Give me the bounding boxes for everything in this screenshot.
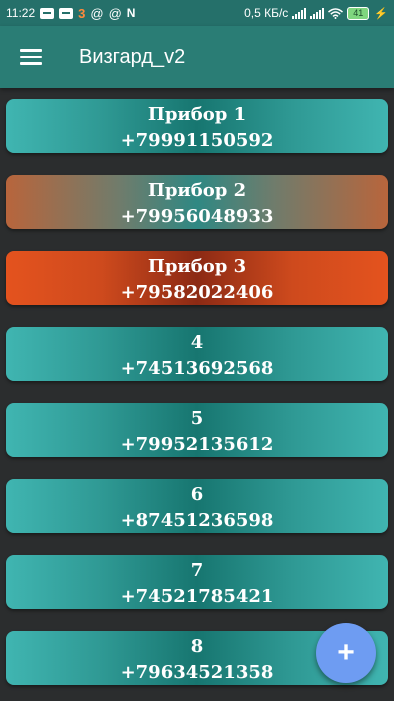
device-card-3[interactable]: Прибор 3 +79582022406 bbox=[6, 251, 388, 305]
device-card-2[interactable]: Прибор 2 +79956048933 bbox=[6, 175, 388, 229]
device-card-6[interactable]: 6 +87451236598 bbox=[6, 479, 388, 533]
at-icon: @ bbox=[108, 5, 122, 21]
device-card-5[interactable]: 5 +79952135612 bbox=[6, 403, 388, 457]
device-phone: +74513692568 bbox=[120, 358, 274, 379]
battery-level: 41 bbox=[347, 6, 370, 20]
device-card-7[interactable]: 7 +74521785421 bbox=[6, 555, 388, 609]
device-name: Прибор 1 bbox=[147, 104, 247, 125]
chat-icon bbox=[40, 7, 55, 19]
hamburger-menu-icon bbox=[20, 49, 42, 65]
network-speed: 0,5 КБ/с bbox=[244, 6, 289, 20]
menu-button[interactable] bbox=[0, 26, 62, 88]
device-phone: +74521785421 bbox=[120, 586, 274, 607]
app-3-icon: 3 bbox=[78, 5, 86, 21]
add-icon: + bbox=[337, 636, 355, 669]
device-name: 4 bbox=[190, 332, 204, 353]
device-phone: +79956048933 bbox=[120, 206, 274, 227]
chat-icon bbox=[59, 7, 74, 19]
device-name: Прибор 2 bbox=[147, 180, 247, 201]
signal-icon bbox=[310, 7, 325, 19]
device-name: Прибор 3 bbox=[147, 256, 247, 277]
device-name: 7 bbox=[190, 560, 204, 581]
n-icon: N bbox=[126, 6, 136, 20]
wifi-icon bbox=[328, 7, 344, 19]
device-card-1[interactable]: Прибор 1 +79991150592 bbox=[6, 99, 388, 153]
device-name: 5 bbox=[190, 408, 204, 429]
at-icon: @ bbox=[90, 5, 104, 21]
device-phone: +79952135612 bbox=[120, 434, 274, 455]
status-time: 11:22 bbox=[6, 6, 36, 20]
add-device-button[interactable]: + bbox=[316, 623, 376, 683]
page-title: Визгард_v2 bbox=[79, 45, 186, 68]
device-phone: +87451236598 bbox=[120, 510, 274, 531]
device-phone: +79582022406 bbox=[120, 282, 274, 303]
signal-icon bbox=[292, 7, 307, 19]
device-phone: +79991150592 bbox=[120, 130, 274, 151]
charging-icon: ⚡ bbox=[374, 7, 388, 20]
status-bar: 11:22 3 @ @ N 0,5 КБ/с 41 ⚡ bbox=[0, 0, 394, 26]
app-bar: Визгард_v2 bbox=[0, 26, 394, 88]
device-card-4[interactable]: 4 +74513692568 bbox=[6, 327, 388, 381]
device-name: 6 bbox=[190, 484, 204, 505]
battery-icon: 41 bbox=[347, 6, 370, 20]
